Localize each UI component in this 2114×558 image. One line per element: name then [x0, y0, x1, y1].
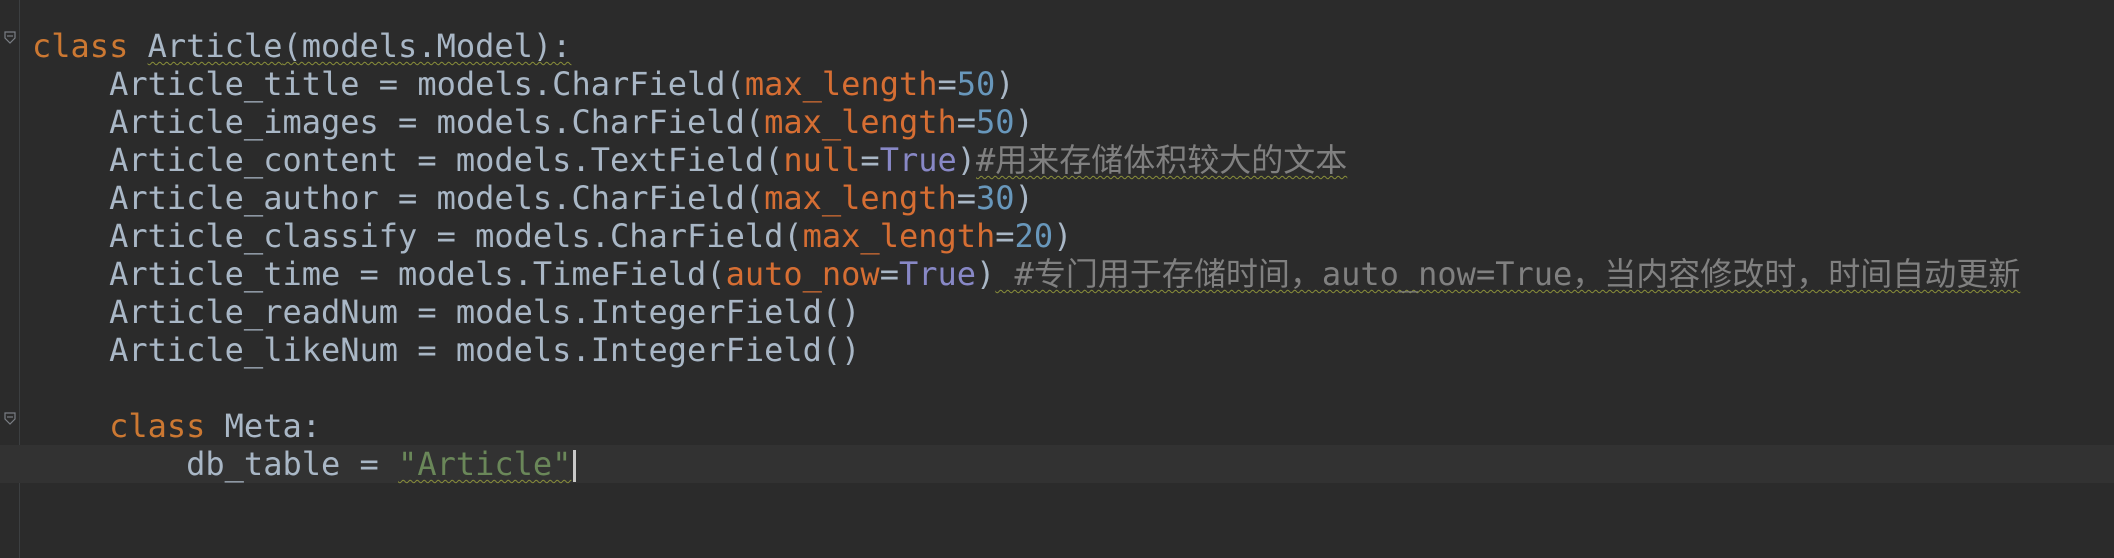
code-line[interactable]: Article_time = models.TimeField(auto_now…	[32, 255, 2114, 293]
code-token: null	[783, 141, 861, 179]
text-cursor	[573, 450, 577, 482]
code-token: 20	[1014, 217, 1054, 255]
code-token: )	[956, 141, 977, 179]
code-token: max_length	[802, 217, 996, 255]
code-token: max_length	[744, 65, 938, 103]
code-token: )	[1053, 217, 1073, 255]
code-token: 50	[956, 65, 996, 103]
code-token: class	[109, 407, 206, 445]
code-token: True	[879, 141, 957, 179]
code-token: True	[898, 255, 977, 293]
code-content[interactable]: class Article(models.Model): Article_tit…	[0, 27, 2114, 483]
code-token: #用来存储体积较大的文本	[976, 141, 1348, 179]
code-token: )	[976, 255, 996, 293]
code-token: =	[995, 217, 1015, 255]
code-token: Article_likeNum = models.IntegerField()	[109, 331, 861, 369]
code-line[interactable]: Article_images = models.CharField(max_le…	[32, 103, 2114, 141]
code-token: 50	[976, 103, 1015, 141]
code-token: Article_images = models.CharField(	[109, 103, 765, 141]
code-token: )	[995, 65, 1015, 103]
code-token: db_table =	[186, 445, 399, 483]
code-token: =	[879, 255, 899, 293]
code-token: =	[956, 103, 977, 141]
code-token: Article	[147, 27, 283, 65]
code-editor[interactable]: class Article(models.Model): Article_tit…	[0, 0, 2114, 558]
code-line[interactable]: Article_readNum = models.IntegerField()	[32, 293, 2114, 331]
code-line[interactable]: Article_likeNum = models.IntegerField()	[32, 331, 2114, 369]
code-line[interactable]: Article_content = models.TextField(null=…	[32, 141, 2114, 179]
code-line[interactable]: class Article(models.Model):	[32, 27, 2114, 65]
code-token: Article_readNum = models.IntegerField()	[109, 293, 861, 331]
code-token: )	[1014, 179, 1034, 217]
code-line[interactable]: Article_title = models.CharField(max_len…	[32, 65, 2114, 103]
code-token: class	[32, 27, 129, 65]
code-token: Article_author = models.CharField(	[109, 179, 765, 217]
code-token: =	[937, 65, 957, 103]
code-line[interactable]	[32, 369, 2114, 407]
code-token: max_length	[764, 103, 957, 141]
code-line[interactable]: Article_author = models.CharField(max_le…	[32, 179, 2114, 217]
code-token: Meta:	[205, 407, 321, 445]
code-token: Article_title = models.CharField(	[109, 65, 745, 103]
code-token: "Article"	[398, 445, 572, 483]
code-line[interactable]: class Meta:	[32, 407, 2114, 445]
code-token: =	[860, 141, 880, 179]
code-token: auto_now	[725, 255, 880, 293]
code-token: Article_classify = models.CharField(	[109, 217, 803, 255]
fold-open-icon[interactable]	[4, 31, 16, 45]
code-line[interactable]: db_table = "Article"	[0, 445, 2114, 483]
fold-open-icon[interactable]	[4, 412, 16, 426]
code-token: 30	[976, 179, 1015, 217]
code-token: (models.Model):	[282, 27, 572, 65]
code-token: Article_content = models.TextField(	[109, 141, 784, 179]
code-token: #专门用于存储时间，auto_now=True，当内容修改时，时间自动更新	[995, 255, 2021, 293]
code-token: )	[1014, 103, 1034, 141]
code-token: =	[956, 179, 977, 217]
code-line[interactable]: Article_classify = models.CharField(max_…	[32, 217, 2114, 255]
code-token: max_length	[764, 179, 957, 217]
code-token: Article_time = models.TimeField(	[109, 255, 726, 293]
